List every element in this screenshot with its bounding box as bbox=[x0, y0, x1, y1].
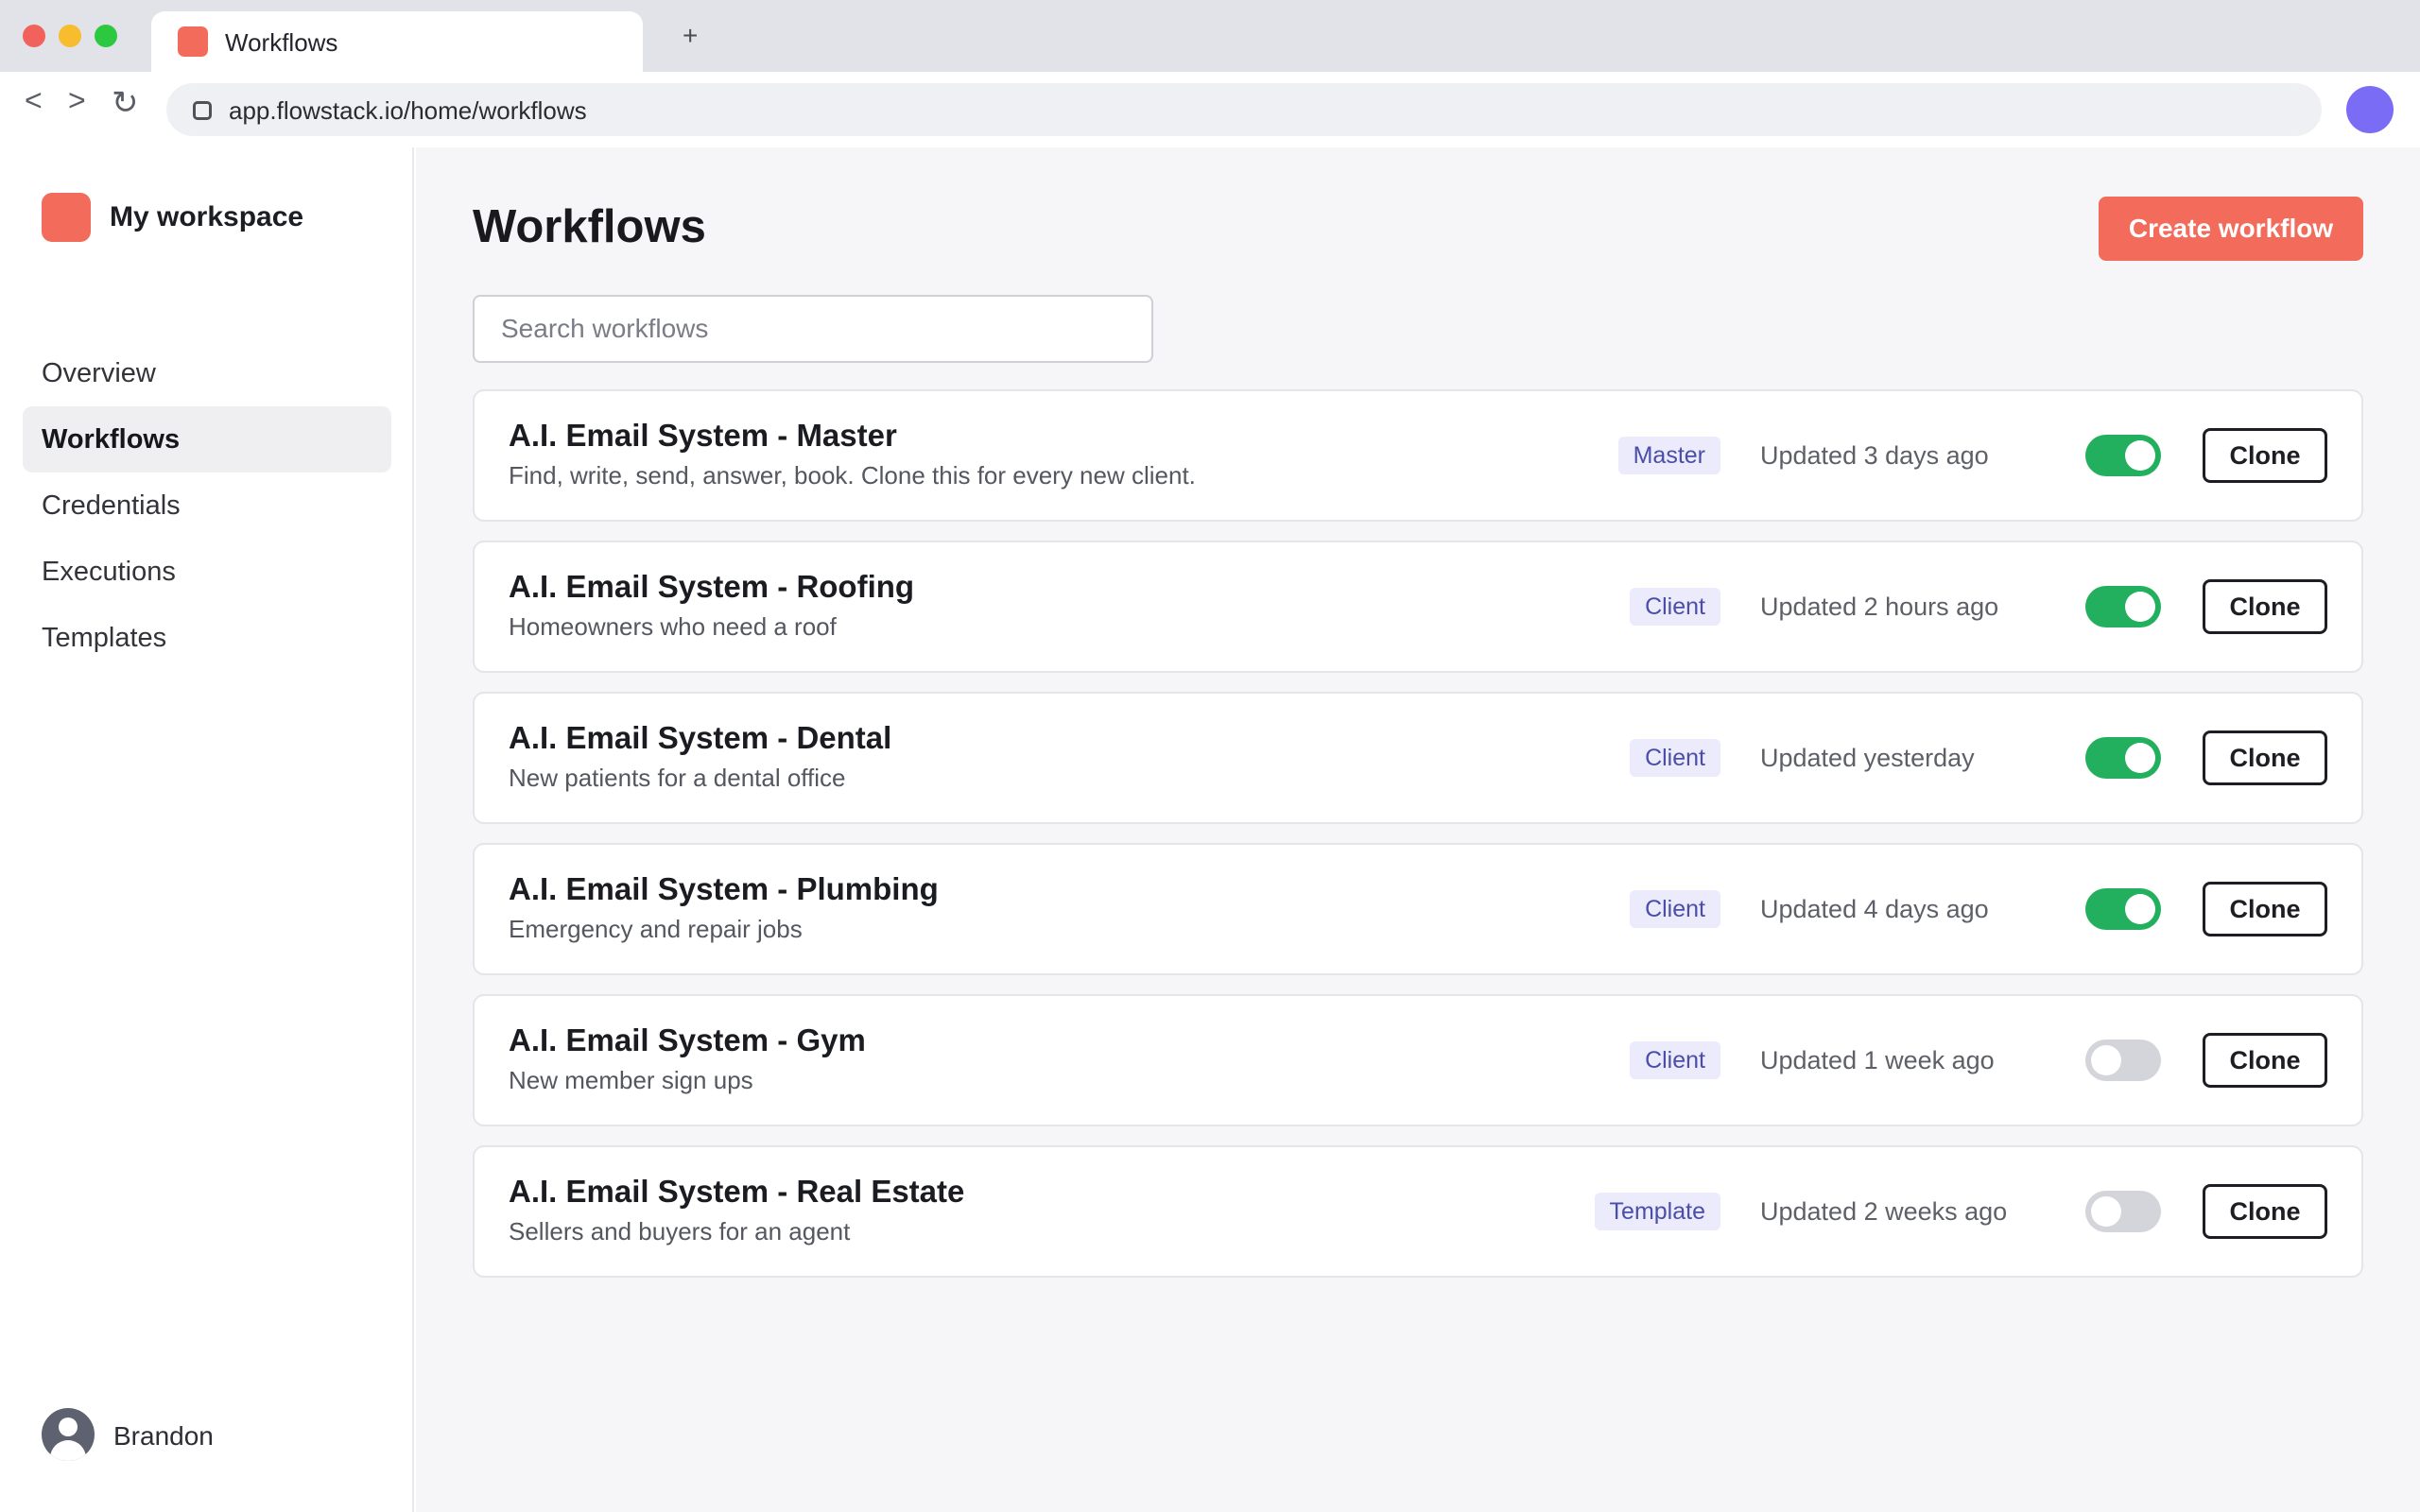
reload-button[interactable]: ↻ bbox=[112, 87, 139, 119]
main-content: Workflows Create workflow A.I. Email Sys… bbox=[416, 147, 2420, 1512]
workflow-updated: Updated 4 days ago bbox=[1760, 894, 1989, 923]
workflow-description: Sellers and buyers for an agent bbox=[509, 1217, 851, 1246]
workflow-active-toggle[interactable] bbox=[2085, 737, 2161, 779]
close-window-button[interactable] bbox=[23, 25, 45, 47]
workflow-active-toggle[interactable] bbox=[2085, 888, 2161, 930]
maximize-window-button[interactable] bbox=[95, 25, 117, 47]
workflow-active-toggle[interactable] bbox=[2085, 586, 2161, 627]
workflow-updated: Updated 1 week ago bbox=[1760, 1045, 1995, 1074]
workflow-card[interactable]: A.I. Email System - Dental New patients … bbox=[473, 692, 2363, 824]
clone-button[interactable]: Clone bbox=[2203, 428, 2327, 483]
site-info-icon[interactable] bbox=[193, 101, 212, 120]
clone-button[interactable]: Clone bbox=[2203, 1033, 2327, 1088]
workflow-card[interactable]: A.I. Email System - Master Find, write, … bbox=[473, 389, 2363, 522]
workflow-description: New member sign ups bbox=[509, 1066, 753, 1094]
workflow-card[interactable]: A.I. Email System - Roofing Homeowners w… bbox=[473, 541, 2363, 673]
app-logo-icon bbox=[178, 26, 208, 57]
workflow-description: Homeowners who need a roof bbox=[509, 612, 837, 641]
workflow-description: Find, write, send, answer, book. Clone t… bbox=[509, 461, 1196, 490]
workflow-list: A.I. Email System - Master Find, write, … bbox=[473, 389, 2363, 1297]
user-avatar-icon bbox=[42, 1408, 95, 1461]
workflow-description: New patients for a dental office bbox=[509, 764, 846, 792]
workflow-active-toggle[interactable] bbox=[2085, 435, 2161, 476]
clone-button[interactable]: Clone bbox=[2203, 730, 2327, 785]
workflow-title[interactable]: A.I. Email System - Roofing bbox=[509, 569, 914, 605]
workflow-title[interactable]: A.I. Email System - Real Estate bbox=[509, 1174, 964, 1210]
workflow-title[interactable]: A.I. Email System - Plumbing bbox=[509, 871, 939, 907]
forward-button[interactable]: > bbox=[68, 85, 86, 115]
workflow-title[interactable]: A.I. Email System - Dental bbox=[509, 720, 891, 756]
sidebar-item-workflows[interactable]: Workflows bbox=[23, 406, 391, 472]
workflow-card[interactable]: A.I. Email System - Gym New member sign … bbox=[473, 994, 2363, 1126]
workflow-card[interactable]: A.I. Email System - Real Estate Sellers … bbox=[473, 1145, 2363, 1278]
tab-title: Workflows bbox=[225, 28, 338, 57]
browser-tab[interactable]: Workflows bbox=[151, 11, 643, 72]
profile-icon[interactable] bbox=[2346, 86, 2394, 133]
workflow-badge: Client bbox=[1630, 1041, 1720, 1079]
workflow-title[interactable]: A.I. Email System - Master bbox=[509, 418, 897, 454]
clone-button[interactable]: Clone bbox=[2203, 1184, 2327, 1239]
sidebar-item-credentials[interactable]: Credentials bbox=[23, 472, 391, 539]
sidebar-item-overview[interactable]: Overview bbox=[23, 340, 391, 406]
workflow-badge: Master bbox=[1617, 437, 1720, 474]
clone-button[interactable]: Clone bbox=[2203, 882, 2327, 936]
sidebar: My workspace Overview Workflows Credenti… bbox=[0, 147, 414, 1512]
workspace-name[interactable]: My workspace bbox=[110, 201, 303, 233]
workflow-updated: Updated 2 weeks ago bbox=[1760, 1196, 2008, 1226]
new-tab-button[interactable]: + bbox=[683, 23, 698, 49]
browser-tab-bar: Workflows + bbox=[0, 0, 2420, 72]
workflow-card[interactable]: A.I. Email System - Plumbing Emergency a… bbox=[473, 843, 2363, 975]
back-button[interactable]: < bbox=[25, 85, 43, 115]
workflow-badge: Template bbox=[1594, 1193, 1720, 1230]
workflow-active-toggle[interactable] bbox=[2085, 1191, 2161, 1232]
workflow-updated: Updated 2 hours ago bbox=[1760, 592, 1999, 621]
browser-toolbar: < > ↻ app.flowstack.io/home/workflows bbox=[0, 72, 2420, 147]
workflow-updated: Updated yesterday bbox=[1760, 743, 1975, 772]
workflow-badge: Client bbox=[1630, 890, 1720, 928]
workflow-active-toggle[interactable] bbox=[2085, 1040, 2161, 1081]
workflow-title[interactable]: A.I. Email System - Gym bbox=[509, 1022, 866, 1058]
sidebar-item-templates[interactable]: Templates bbox=[23, 605, 391, 671]
create-workflow-button[interactable]: Create workflow bbox=[2099, 197, 2363, 261]
workflow-description: Emergency and repair jobs bbox=[509, 915, 803, 943]
workflow-badge: Client bbox=[1630, 588, 1720, 626]
workspace-logo-icon bbox=[42, 193, 91, 242]
url-text[interactable]: app.flowstack.io/home/workflows bbox=[229, 96, 587, 126]
workflow-badge: Client bbox=[1630, 739, 1720, 777]
search-input[interactable] bbox=[473, 295, 1153, 363]
address-bar[interactable]: app.flowstack.io/home/workflows bbox=[166, 83, 2322, 136]
sidebar-nav: Overview Workflows Credentials Execution… bbox=[23, 340, 391, 671]
clone-button[interactable]: Clone bbox=[2203, 579, 2327, 634]
page-title: Workflows bbox=[473, 201, 706, 252]
minimize-window-button[interactable] bbox=[59, 25, 81, 47]
sidebar-item-executions[interactable]: Executions bbox=[23, 539, 391, 605]
user-name: Brandon bbox=[113, 1421, 214, 1451]
workflow-updated: Updated 3 days ago bbox=[1760, 440, 1989, 470]
